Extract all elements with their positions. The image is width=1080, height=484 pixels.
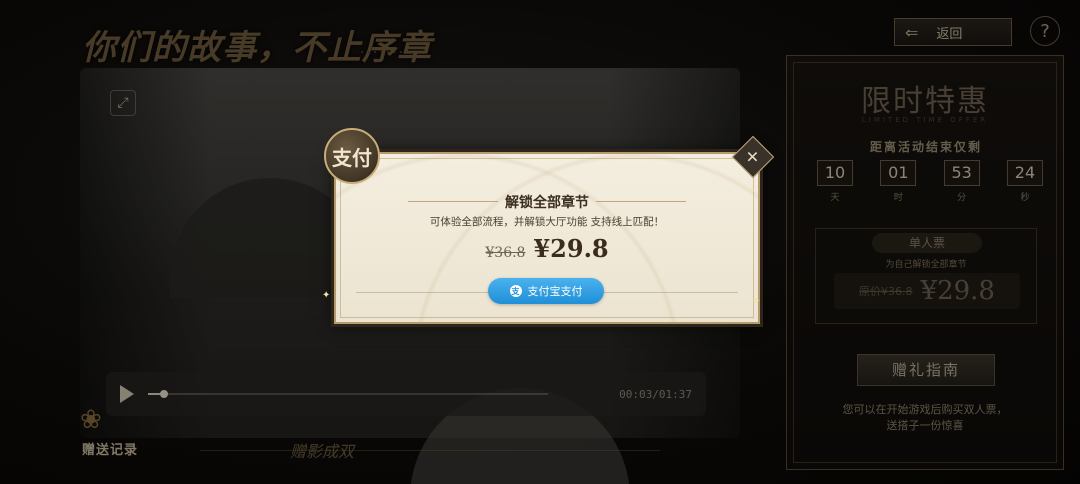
modal-original-price: ¥36.8 — [485, 245, 526, 261]
sparkle-icon: ✦ — [322, 290, 331, 301]
sparkle-icon: ✦ — [752, 296, 761, 307]
payment-modal: 解锁全部章节 可体验全部流程，并解锁大厅功能 支持线上匹配！ ¥36.8 ¥29… — [334, 152, 760, 324]
modal-current-price: ¥29.8 — [533, 234, 609, 263]
sparkle-icon: ✧ — [748, 186, 757, 197]
alipay-pay-button[interactable]: 支 支付宝支付 — [488, 278, 604, 304]
alipay-pay-label: 支付宝支付 — [527, 285, 583, 298]
alipay-icon: 支 — [509, 285, 522, 297]
modal-description: 可体验全部流程，并解锁大厅功能 支持线上匹配！ — [429, 216, 665, 228]
payment-badge: 支付 — [324, 128, 380, 184]
close-icon: ✕ — [746, 147, 760, 167]
modal-price: ¥36.8 ¥29.8 — [336, 234, 758, 263]
modal-title: 解锁全部章节 — [505, 195, 589, 211]
